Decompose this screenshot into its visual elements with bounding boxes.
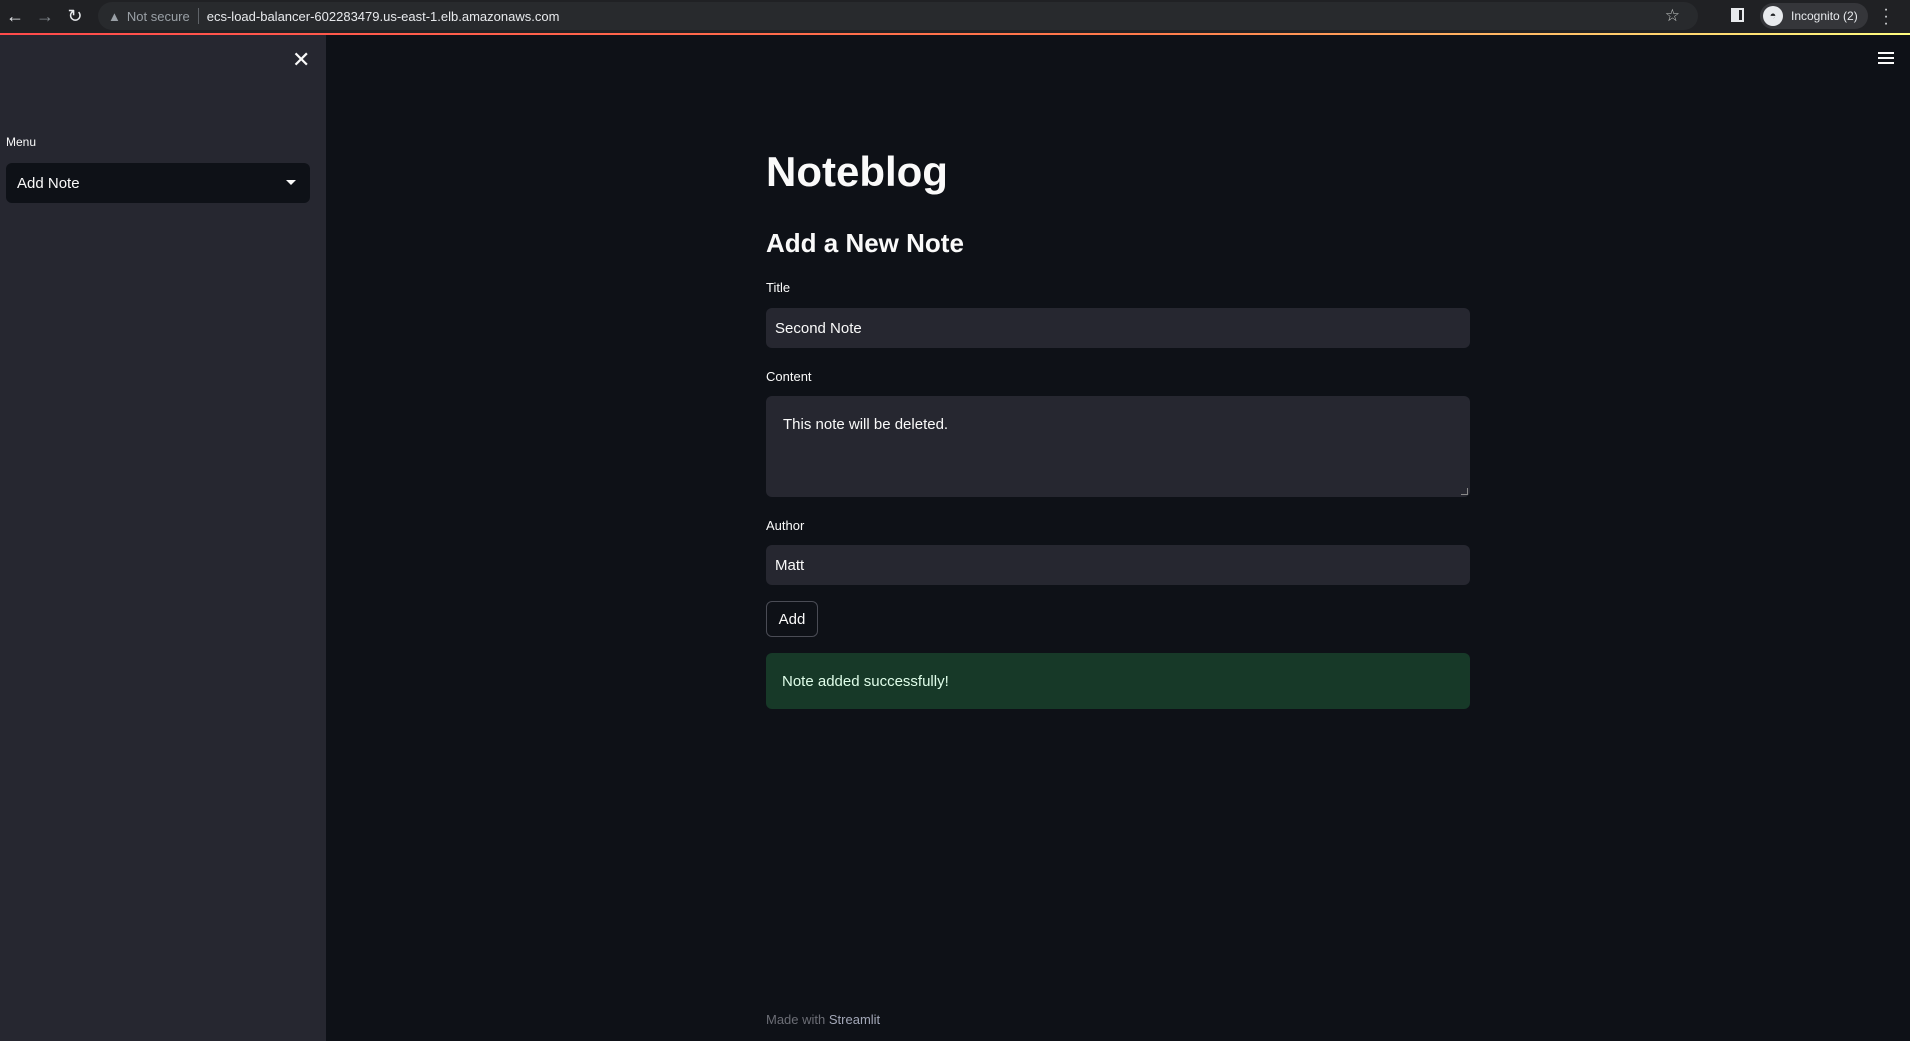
- profile-button[interactable]: ◓ Incognito (2): [1760, 3, 1868, 29]
- incognito-icon: ◓: [1763, 6, 1783, 26]
- success-alert: Note added successfully!: [766, 653, 1470, 709]
- security-status: Not secure: [126, 8, 190, 24]
- close-sidebar-icon[interactable]: ✕: [292, 47, 310, 73]
- resize-handle-icon[interactable]: [1461, 488, 1468, 495]
- streamlit-link[interactable]: Streamlit: [829, 1012, 880, 1027]
- footer: Made with Streamlit: [766, 1012, 880, 1027]
- browser-menu-icon[interactable]: · · ·: [1882, 2, 1890, 32]
- menu-selected-value: Add Note: [17, 174, 80, 192]
- profile-label: Incognito (2): [1791, 9, 1858, 23]
- section-heading: Add a New Note: [766, 228, 964, 258]
- content-value: This note will be deleted.: [783, 416, 949, 433]
- content-textarea[interactable]: This note will be deleted.: [766, 396, 1470, 497]
- content-label: Content: [766, 369, 812, 384]
- menu-select[interactable]: Add Note: [6, 163, 310, 203]
- browser-toolbar: ← → ↻ ▲ Not secure ecs-load-balancer-602…: [0, 0, 1910, 33]
- add-button[interactable]: Add: [766, 601, 818, 637]
- author-input[interactable]: Matt: [766, 545, 1470, 585]
- chevron-down-icon: [286, 180, 296, 185]
- warning-icon: ▲: [108, 8, 121, 24]
- divider: [197, 8, 199, 24]
- address-bar[interactable]: ▲ Not secure ecs-load-balancer-602283479…: [98, 2, 1698, 30]
- hamburger-menu-icon[interactable]: [1878, 52, 1894, 67]
- reload-icon[interactable]: ↻: [60, 6, 90, 27]
- forward-icon[interactable]: →: [30, 6, 60, 27]
- title-label: Title: [766, 280, 791, 295]
- menu-label: Menu: [6, 135, 37, 149]
- page-title: Noteblog: [766, 148, 948, 195]
- bookmark-star-icon[interactable]: ☆: [1665, 6, 1680, 26]
- sidebar: ✕ Menu Add Note: [0, 35, 326, 1041]
- back-icon[interactable]: ←: [0, 6, 30, 27]
- footer-prefix: Made with: [766, 1012, 826, 1027]
- side-panel-icon[interactable]: [1731, 8, 1744, 22]
- author-label: Author: [766, 518, 805, 533]
- url-text: ecs-load-balancer-602283479.us-east-1.el…: [206, 8, 560, 24]
- title-input[interactable]: Second Note: [766, 308, 1470, 348]
